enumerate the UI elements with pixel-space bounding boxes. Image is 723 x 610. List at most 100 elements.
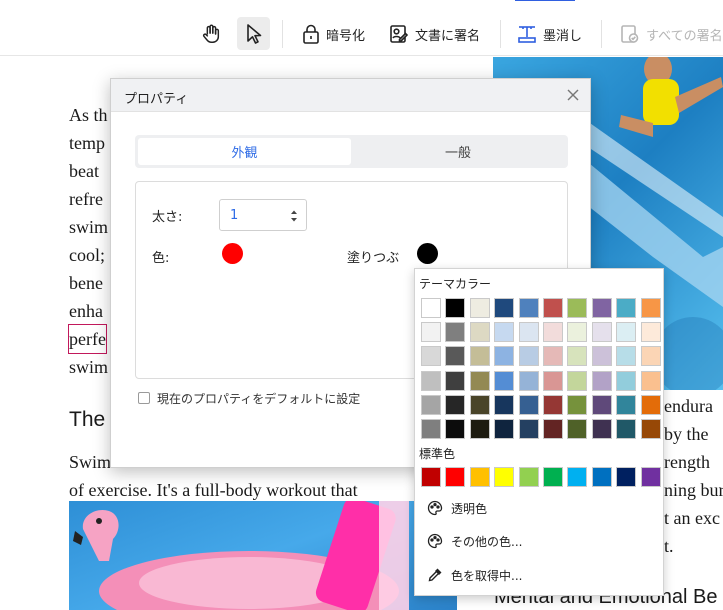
theme-color-swatch[interactable] [591, 322, 612, 343]
theme-color-swatch[interactable] [591, 419, 612, 439]
theme-color-swatch[interactable] [518, 394, 539, 415]
theme-color-swatch[interactable] [518, 346, 539, 367]
theme-color-swatch[interactable] [543, 419, 563, 439]
theme-color-swatch[interactable] [469, 322, 490, 343]
theme-color-swatch[interactable] [591, 298, 612, 318]
doc-line: beat [69, 161, 99, 181]
standard-color-swatch[interactable] [567, 467, 588, 487]
thickness-input[interactable] [230, 206, 280, 224]
stroke-color-swatch[interactable] [222, 243, 243, 264]
theme-color-swatch[interactable] [445, 394, 466, 415]
close-button[interactable] [562, 84, 584, 106]
theme-color-swatch[interactable] [616, 298, 637, 318]
theme-color-swatch[interactable] [518, 419, 539, 439]
encrypt-button[interactable]: 暗号化 [302, 18, 365, 50]
theme-color-swatch[interactable] [543, 394, 563, 415]
standard-color-swatch[interactable] [518, 467, 539, 487]
theme-color-swatch[interactable] [616, 322, 637, 343]
theme-color-swatch[interactable] [494, 322, 515, 343]
theme-color-swatch[interactable] [543, 298, 563, 318]
theme-color-swatch[interactable] [421, 419, 441, 439]
theme-color-swatch[interactable] [543, 370, 563, 391]
tab-appearance[interactable]: 外観 [138, 138, 351, 165]
theme-color-swatch[interactable] [640, 394, 661, 415]
theme-color-swatch[interactable] [543, 322, 563, 343]
standard-color-swatch[interactable] [591, 467, 612, 487]
theme-color-swatch[interactable] [591, 370, 612, 391]
close-icon [567, 89, 579, 101]
signature-list-icon [621, 25, 639, 43]
sign-all-button[interactable]: すべての署名 [620, 18, 723, 50]
theme-color-swatch[interactable] [616, 346, 637, 367]
theme-color-swatch[interactable] [591, 346, 612, 367]
standard-color-swatch[interactable] [640, 467, 661, 487]
theme-color-swatch[interactable] [469, 346, 490, 367]
theme-color-swatch[interactable] [640, 419, 661, 439]
standard-color-swatch[interactable] [494, 467, 515, 487]
theme-color-swatch[interactable] [518, 370, 539, 391]
fill-label: 塗りつぶ [347, 251, 400, 266]
standard-color-swatch[interactable] [445, 467, 466, 487]
theme-color-swatch[interactable] [567, 419, 588, 439]
theme-color-swatch[interactable] [421, 346, 441, 367]
theme-color-swatch[interactable] [616, 394, 637, 415]
theme-color-swatch[interactable] [616, 419, 637, 439]
transparent-color-option[interactable]: 透明色 [415, 493, 663, 523]
theme-color-swatch[interactable] [640, 298, 661, 318]
theme-color-swatch[interactable] [469, 394, 490, 415]
theme-color-swatch[interactable] [421, 322, 441, 343]
theme-color-swatch[interactable] [640, 346, 661, 367]
tab-general[interactable]: 一般 [351, 138, 565, 165]
theme-color-swatch[interactable] [494, 394, 515, 415]
theme-color-swatch[interactable] [494, 346, 515, 367]
theme-color-swatch[interactable] [445, 298, 466, 318]
eyedropper-option[interactable]: 色を取得中... [415, 560, 663, 590]
theme-color-swatch[interactable] [543, 346, 563, 367]
theme-color-swatch[interactable] [567, 298, 588, 318]
select-tool-button[interactable] [237, 17, 270, 50]
hand-icon [203, 24, 220, 43]
theme-color-swatch[interactable] [591, 394, 612, 415]
theme-color-swatch[interactable] [445, 346, 466, 367]
standard-color-swatch[interactable] [469, 467, 490, 487]
doc-line: by the [664, 424, 709, 444]
dialog-header: プロパティ [111, 79, 590, 112]
theme-color-swatch[interactable] [469, 370, 490, 391]
theme-color-swatch[interactable] [494, 419, 515, 439]
theme-color-swatch[interactable] [445, 370, 466, 391]
standard-color-swatch[interactable] [543, 467, 563, 487]
theme-color-swatch[interactable] [421, 370, 441, 391]
hand-tool-button[interactable] [200, 18, 222, 50]
theme-color-swatch[interactable] [518, 322, 539, 343]
toolbar-separator [500, 20, 501, 48]
theme-color-swatch[interactable] [445, 419, 466, 439]
palette-icon [427, 500, 443, 516]
theme-color-swatch[interactable] [616, 370, 637, 391]
theme-color-swatch[interactable] [518, 298, 539, 318]
theme-color-swatch[interactable] [445, 322, 466, 343]
theme-color-swatch[interactable] [421, 394, 441, 415]
theme-color-swatch[interactable] [494, 298, 515, 318]
theme-color-swatch[interactable] [469, 298, 490, 318]
theme-color-swatch[interactable] [567, 370, 588, 391]
standard-color-swatch[interactable] [421, 467, 441, 487]
theme-color-swatch[interactable] [567, 322, 588, 343]
theme-color-swatch[interactable] [567, 394, 588, 415]
theme-color-swatch[interactable] [494, 370, 515, 391]
theme-color-swatch[interactable] [640, 370, 661, 391]
thickness-stepper[interactable] [219, 199, 307, 231]
highlighted-doc-line[interactable]: perfe [68, 324, 107, 354]
fill-color-swatch[interactable] [417, 243, 438, 264]
toolbar-separator [282, 20, 283, 48]
stepper-arrows-icon[interactable] [290, 209, 298, 223]
theme-color-swatch[interactable] [421, 298, 441, 318]
theme-color-swatch[interactable] [469, 419, 490, 439]
theme-color-swatch[interactable] [640, 322, 661, 343]
standard-color-swatch[interactable] [616, 467, 637, 487]
sign-all-label: すべての署名 [646, 28, 723, 44]
sign-document-button[interactable]: 文書に署名 [389, 18, 480, 50]
redact-button[interactable]: 墨消し [517, 18, 582, 50]
theme-color-swatch[interactable] [567, 346, 588, 367]
more-colors-option[interactable]: その他の色... [415, 526, 663, 556]
set-default-checkbox[interactable] [138, 392, 150, 404]
